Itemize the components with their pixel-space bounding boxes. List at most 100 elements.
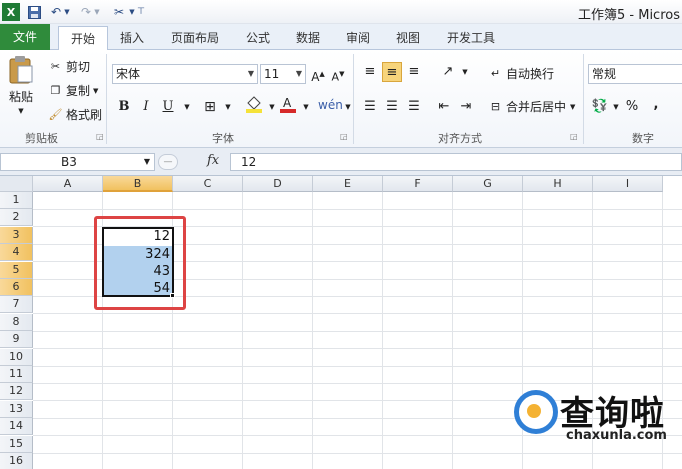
font-size-select[interactable]: 11 ▼	[260, 64, 306, 84]
paste-label: 粘贴	[8, 90, 33, 104]
wrap-text-label: 自动换行	[506, 67, 555, 81]
alignment-launcher-icon[interactable]: ◲	[570, 132, 578, 141]
tab-review[interactable]: 审阅	[336, 26, 380, 50]
wrap-text-button[interactable]: ↵ 自动换行	[488, 65, 554, 82]
redo-dropdown-icon[interactable]: ▼	[93, 3, 101, 21]
copy-label: 复制	[66, 84, 91, 98]
wrap-text-icon: ↵	[490, 67, 501, 80]
customize-toolbar-icon[interactable]: ⊤	[136, 3, 146, 21]
comma-button[interactable]: ,	[646, 95, 666, 115]
row-header-8[interactable]: 8	[0, 313, 33, 331]
row-header-10[interactable]: 10	[0, 348, 33, 366]
merge-center-button[interactable]: ⊟ 合并后居中 ▼	[488, 98, 576, 115]
bold-button[interactable]: B	[114, 97, 134, 117]
row-header-16[interactable]: 16	[0, 453, 33, 469]
font-color-icon[interactable]: A	[278, 95, 298, 115]
row-header-1[interactable]: 1	[0, 192, 33, 209]
row-gridline	[33, 348, 682, 350]
align-right-icon[interactable]: ☰	[404, 97, 424, 117]
column-header-B[interactable]: B	[103, 176, 173, 192]
decrease-indent-icon[interactable]: ⇤	[434, 97, 454, 117]
column-header-A[interactable]: A	[33, 176, 103, 192]
row-header-7[interactable]: 7	[0, 296, 33, 314]
percent-button[interactable]: %	[622, 97, 642, 117]
align-middle-icon[interactable]: ≡	[382, 62, 402, 82]
number-format-select[interactable]: 常规	[588, 64, 682, 84]
row-header-12[interactable]: 12	[0, 383, 33, 401]
chevron-down-icon: ▼	[295, 69, 302, 78]
cut-button[interactable]: ✂ 剪切	[48, 58, 90, 75]
paste-button[interactable]: 粘贴 ▼	[8, 54, 34, 115]
save-icon[interactable]	[26, 3, 42, 21]
phonetic-dropdown-icon[interactable]: ▼	[338, 97, 358, 117]
align-top-icon[interactable]: ≡	[360, 62, 380, 82]
font-launcher-icon[interactable]: ◲	[340, 132, 348, 141]
italic-button[interactable]: I	[136, 97, 156, 117]
column-header-E[interactable]: E	[313, 176, 383, 192]
grow-font-icon[interactable]: A▲	[308, 64, 328, 84]
insert-function-button[interactable]: fx	[207, 153, 219, 168]
select-all-button[interactable]	[0, 176, 33, 192]
formula-cancel-icon[interactable]: —	[158, 154, 178, 170]
font-name-select[interactable]: 宋体 ▼	[112, 64, 258, 84]
column-gridline	[382, 192, 383, 469]
column-gridline	[312, 192, 313, 469]
row-gridline	[33, 313, 682, 315]
orientation-dropdown-icon[interactable]: ▼	[455, 62, 475, 82]
tab-formulas[interactable]: 公式	[236, 26, 280, 50]
row-header-13[interactable]: 13	[0, 400, 33, 418]
undo-icon[interactable]: ↶	[48, 3, 64, 21]
tab-page-layout[interactable]: 页面布局	[160, 26, 230, 50]
font-color-dropdown-icon[interactable]: ▼	[296, 97, 316, 117]
paste-icon	[9, 56, 33, 84]
clipboard-launcher-icon[interactable]: ◲	[96, 132, 104, 141]
borders-icon[interactable]: ⊞	[200, 97, 220, 117]
copy-button[interactable]: ❐ 复制 ▼	[48, 82, 99, 99]
row-header-9[interactable]: 9	[0, 331, 33, 349]
merge-dropdown-icon: ▼	[570, 102, 576, 111]
number-format-value: 常规	[592, 67, 617, 81]
row-header-2[interactable]: 2	[0, 209, 33, 227]
tab-home[interactable]: 开始	[58, 26, 108, 51]
row-header-5[interactable]: 5	[0, 261, 33, 279]
underline-button[interactable]: U	[158, 97, 178, 117]
row-gridline	[33, 330, 682, 332]
align-left-icon[interactable]: ☰	[360, 97, 380, 117]
tab-file[interactable]: 文件	[0, 24, 50, 50]
row-header-15[interactable]: 15	[0, 435, 33, 453]
column-header-D[interactable]: D	[243, 176, 313, 192]
borders-dropdown-icon[interactable]: ▼	[218, 97, 238, 117]
tab-insert[interactable]: 插入	[110, 26, 154, 50]
tools-dropdown-icon[interactable]: ▼	[128, 3, 136, 21]
undo-dropdown-icon[interactable]: ▼	[63, 3, 71, 21]
align-center-icon[interactable]: ☰	[382, 97, 402, 117]
column-header-H[interactable]: H	[523, 176, 593, 192]
column-header-G[interactable]: G	[453, 176, 523, 192]
row-header-3[interactable]: 3	[0, 226, 33, 244]
tab-developer[interactable]: 开发工具	[436, 26, 506, 50]
align-bottom-icon[interactable]: ≡	[404, 62, 424, 82]
column-header-F[interactable]: F	[383, 176, 453, 192]
tab-data[interactable]: 数据	[286, 26, 330, 50]
column-header-I[interactable]: I	[593, 176, 663, 192]
row-header-11[interactable]: 11	[0, 366, 33, 383]
shrink-font-icon[interactable]: A▼	[328, 64, 348, 84]
format-painter-button[interactable]: 🖌 格式刷	[48, 106, 103, 123]
redo-icon[interactable]: ↷	[78, 3, 94, 21]
row-gridline	[33, 365, 682, 367]
row-header-6[interactable]: 6	[0, 279, 33, 296]
fill-color-icon[interactable]	[244, 95, 264, 115]
tools-icon[interactable]: ✂	[110, 3, 128, 21]
name-box-value: B3	[61, 155, 77, 169]
excel-logo-icon: X	[2, 3, 20, 21]
phonetic-icon[interactable]: wén	[318, 95, 343, 115]
column-header-C[interactable]: C	[173, 176, 243, 192]
tab-view[interactable]: 视图	[386, 26, 430, 50]
number-group-label: 数字	[632, 132, 654, 145]
name-box[interactable]: B3 ▼	[0, 153, 155, 171]
formula-input[interactable]: 12	[230, 153, 682, 171]
row-header-14[interactable]: 14	[0, 418, 33, 436]
underline-dropdown-icon[interactable]: ▼	[177, 97, 197, 117]
row-header-4[interactable]: 4	[0, 244, 33, 262]
increase-indent-icon[interactable]: ⇥	[456, 97, 476, 117]
